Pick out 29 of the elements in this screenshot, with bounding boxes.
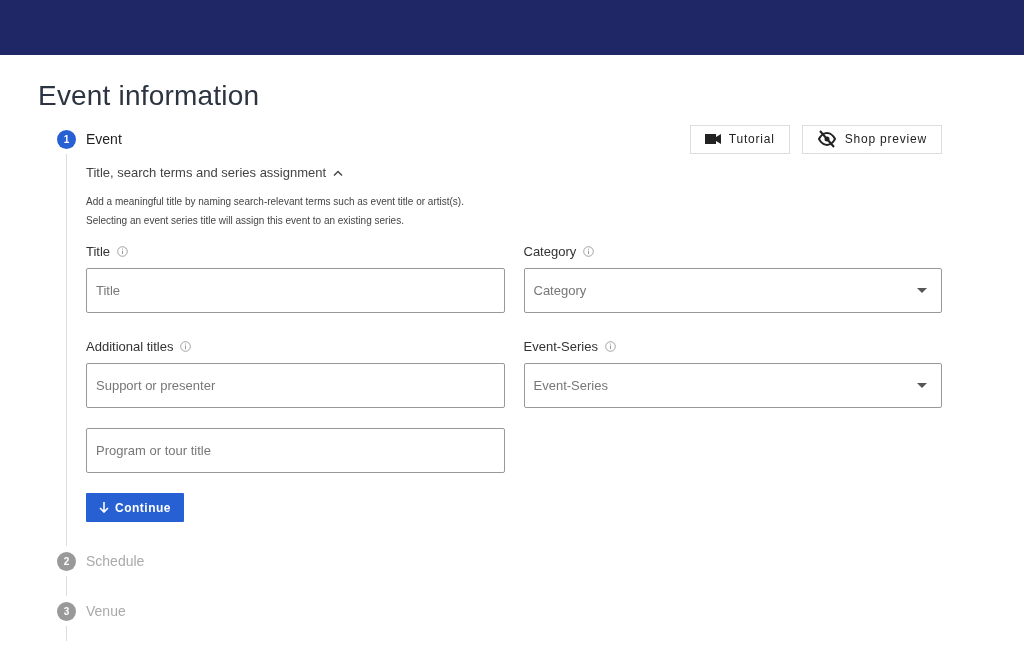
- continue-button[interactable]: Continue: [86, 493, 184, 522]
- info-icon: [583, 246, 595, 257]
- text-field[interactable]: Program or tour title: [86, 428, 505, 473]
- select-field[interactable]: Category: [523, 268, 942, 313]
- field-label: Category: [523, 244, 577, 259]
- description-text: Add a meaningful title by naming search-relevant terms such as event title or artist(s).: [86, 195, 465, 209]
- select-field[interactable]: Event-Series: [523, 363, 942, 408]
- info-icon: [604, 341, 616, 352]
- field-label: Title: [86, 244, 111, 259]
- text-field[interactable]: Support or presenter: [86, 363, 505, 408]
- step-number: 3: [57, 601, 76, 621]
- field-label: Additional titles: [86, 339, 174, 354]
- dropdown-caret-icon: [917, 383, 927, 388]
- step-number: 1: [57, 129, 76, 149]
- info-icon: [180, 341, 192, 352]
- video-camera-icon: [704, 133, 721, 145]
- section-toggle[interactable]: Title, search terms and series assignment: [86, 165, 344, 180]
- action-button[interactable]: Shop preview: [801, 124, 942, 154]
- arrow-down-icon: [99, 502, 109, 513]
- field-label: Event-Series: [523, 339, 598, 354]
- action-button[interactable]: Tutorial: [689, 124, 790, 154]
- step-number: 2: [57, 551, 76, 571]
- eye-off-icon: [816, 130, 837, 148]
- text-field[interactable]: Title: [86, 268, 505, 313]
- info-icon: [117, 246, 129, 257]
- description-text: Selecting an event series title will assign this event to an existing series.: [86, 214, 405, 228]
- step-label[interactable]: Event: [86, 131, 122, 147]
- page-title: Event information: [38, 79, 261, 113]
- dropdown-caret-icon: [917, 288, 927, 293]
